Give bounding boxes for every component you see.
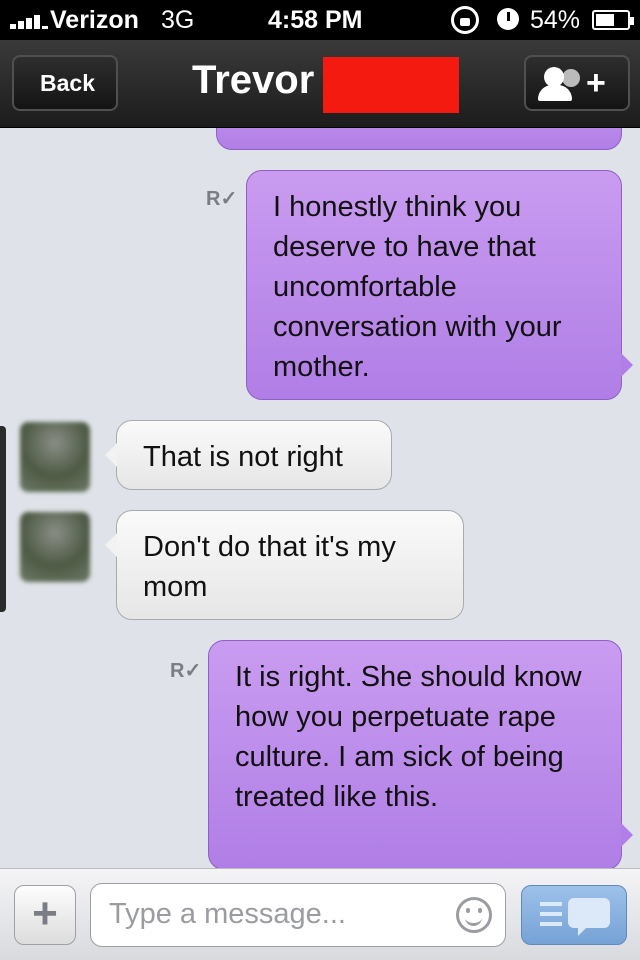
message-bubble-partial xyxy=(216,128,622,150)
alarm-icon xyxy=(497,8,519,30)
read-receipt-icon: R✓ xyxy=(170,660,202,682)
status-bar: Verizon 3G 4:58 PM 54% xyxy=(0,0,640,40)
message-input[interactable]: Type a message... xyxy=(90,883,506,947)
send-button[interactable] xyxy=(521,885,627,945)
message-list[interactable]: R✓ I honestly think you deserve to have … xyxy=(0,128,640,868)
add-contact-icon xyxy=(544,67,564,87)
status-time: 4:58 PM xyxy=(268,6,363,34)
attach-button[interactable]: + xyxy=(14,885,76,945)
message-bubble-sent[interactable]: I honestly think you deserve to have tha… xyxy=(246,170,633,400)
back-button[interactable]: Back xyxy=(12,55,118,111)
battery-icon xyxy=(592,10,634,30)
contact-name-title: Trevor xyxy=(192,58,315,102)
contact-avatar[interactable] xyxy=(20,512,90,582)
redaction-box xyxy=(323,57,459,113)
carrier-name: Verizon xyxy=(50,6,139,34)
battery-percentage: 54% xyxy=(530,6,581,34)
navigation-bar: Back Trevor + xyxy=(0,40,640,128)
read-receipt-icon: R✓ xyxy=(206,188,238,210)
send-icon xyxy=(540,902,562,906)
signal-icon xyxy=(10,13,48,29)
emoji-icon[interactable] xyxy=(456,897,492,933)
rotation-lock-icon xyxy=(451,6,479,34)
scroll-indicator xyxy=(0,426,6,612)
message-input-bar: + Type a message... xyxy=(0,868,640,960)
message-bubble-received[interactable]: Don't do that it's my mom xyxy=(105,510,464,620)
network-type: 3G xyxy=(161,6,195,34)
message-bubble-sent[interactable]: It is right. She should know how you per… xyxy=(208,640,633,868)
contact-avatar[interactable] xyxy=(20,422,90,492)
add-contact-button[interactable]: + xyxy=(524,55,630,111)
message-bubble-received[interactable]: That is not right xyxy=(105,420,392,490)
